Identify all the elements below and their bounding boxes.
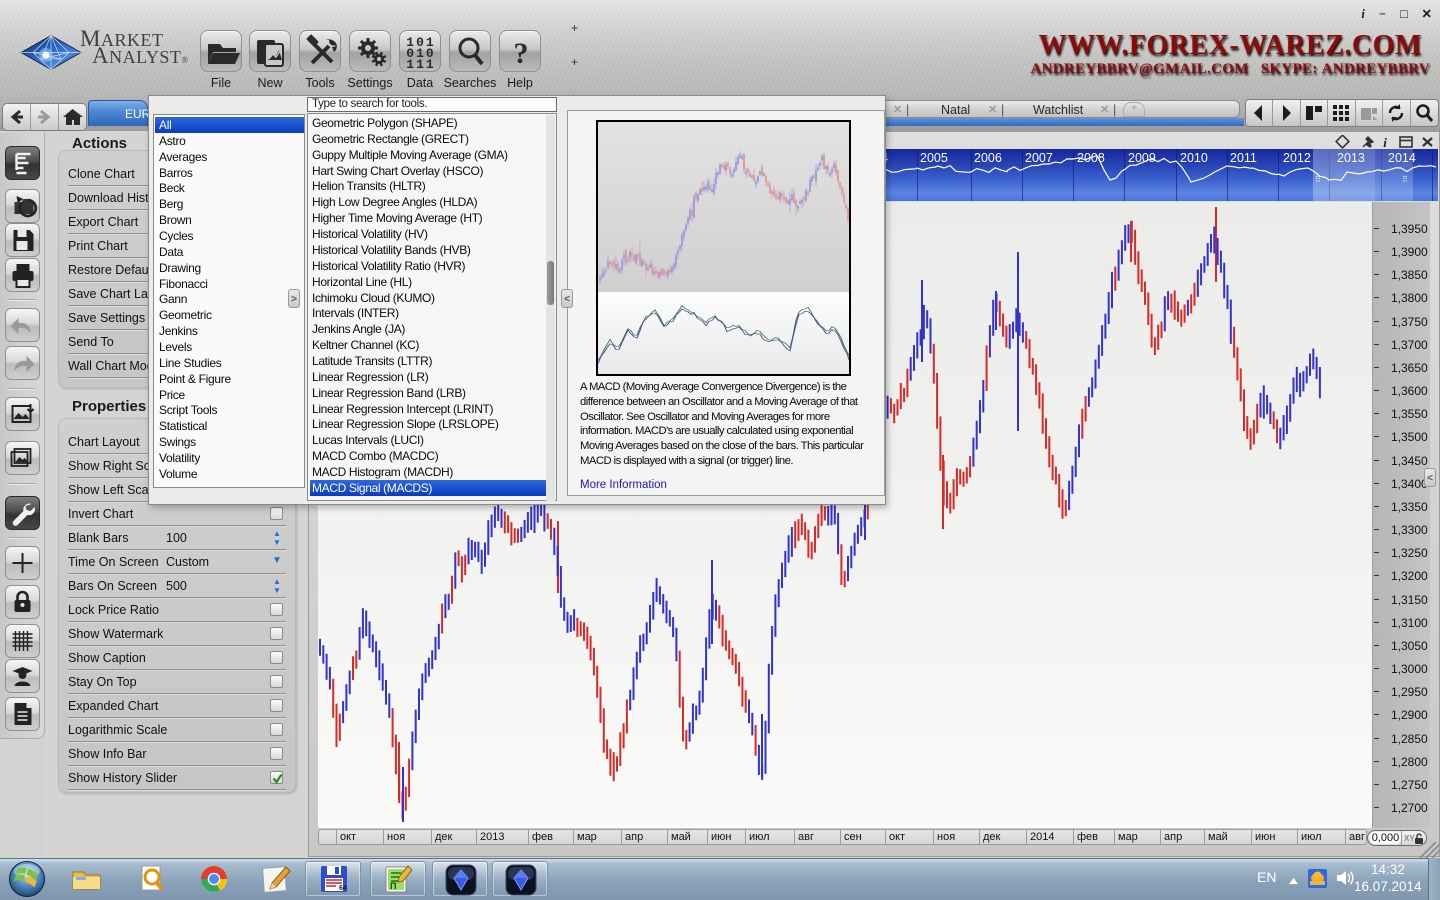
svg-text:?: ? bbox=[514, 37, 529, 70]
svg-text:64: 64 bbox=[339, 885, 347, 892]
svg-text:111: 111 bbox=[406, 57, 435, 72]
svg-text:П: П bbox=[390, 881, 396, 891]
svg-text:i: i bbox=[1383, 135, 1387, 150]
